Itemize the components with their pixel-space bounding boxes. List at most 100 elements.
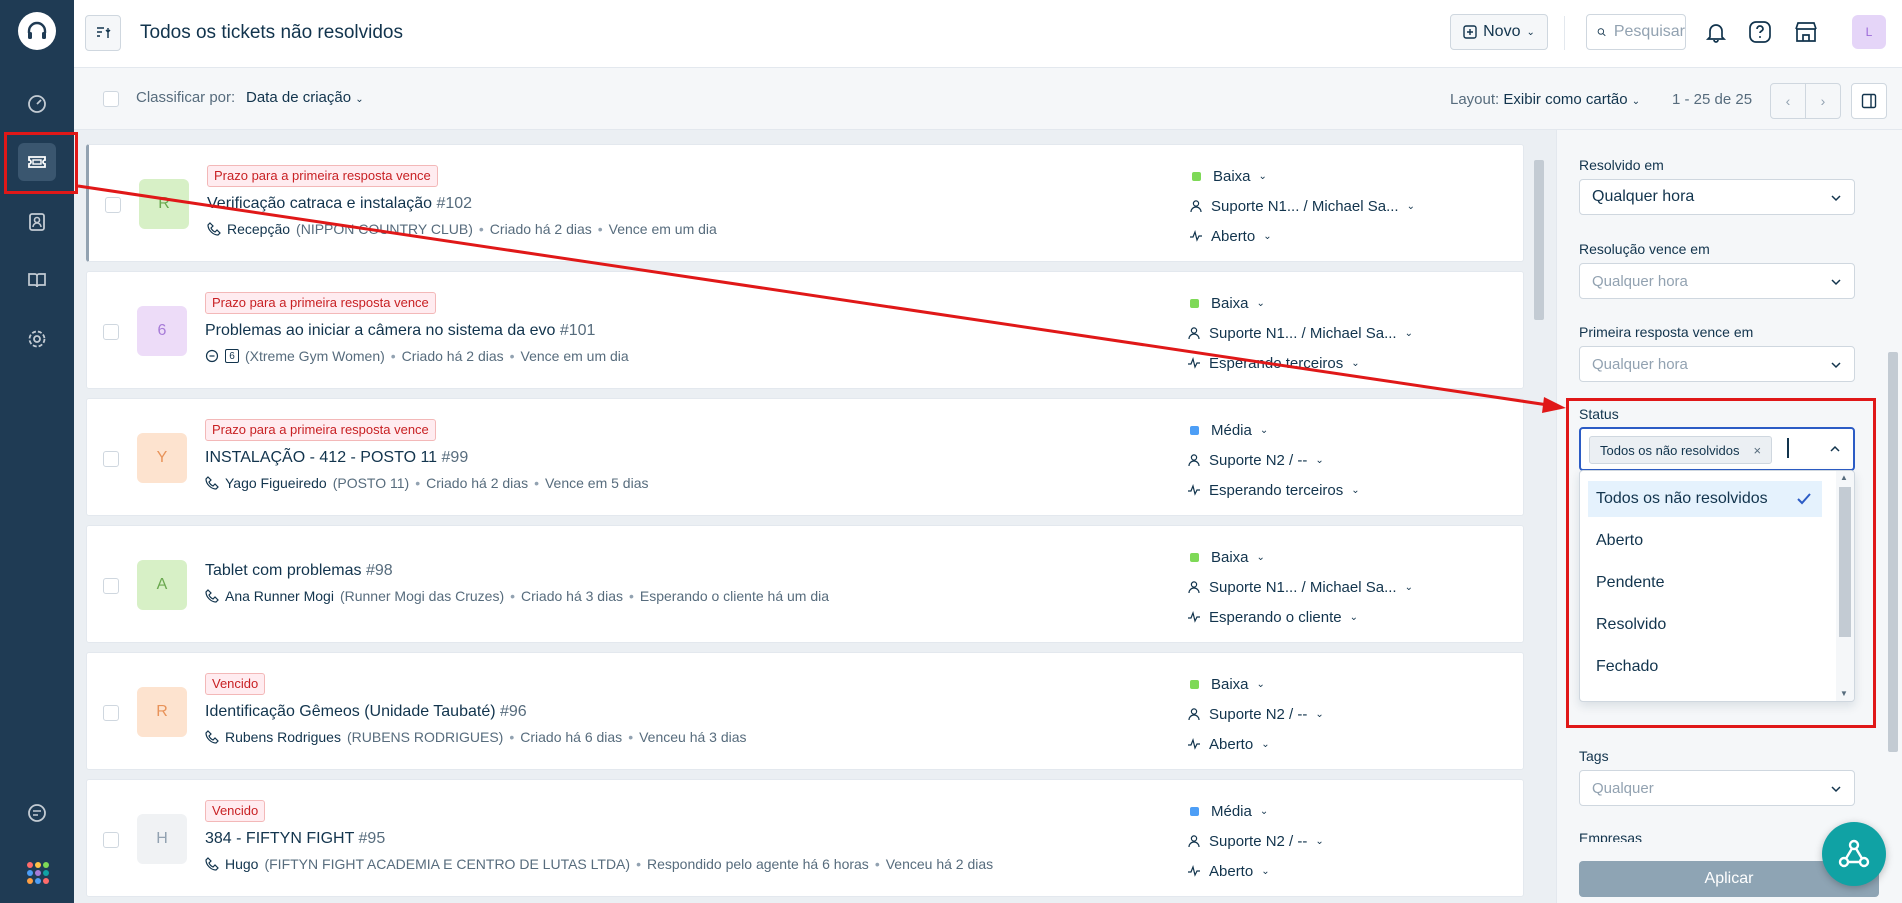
status-multiselect[interactable]: Todos os não resolvidos ×: [1579, 427, 1855, 471]
filter-menu-button[interactable]: [85, 15, 121, 51]
nav-knowledge-base[interactable]: [18, 261, 56, 299]
ticket-card[interactable]: A Tablet com problemas #98 Ana Runner Mo…: [86, 525, 1524, 643]
priority-value: Baixa: [1211, 548, 1249, 566]
chevron-down-icon: ⌄: [1261, 865, 1270, 877]
priority-dropdown[interactable]: Baixa ⌄: [1187, 542, 1507, 572]
ticket-subject[interactable]: 384 - FIFTYN FIGHT #95: [205, 830, 385, 848]
first-response-select[interactable]: Qualquer hora: [1579, 346, 1855, 382]
dropdown-scrollbar[interactable]: ▲ ▼: [1836, 471, 1854, 701]
ticket-card[interactable]: R Vencido Identificação Gêmeos (Unidade …: [86, 652, 1524, 770]
ticket-checkbox[interactable]: [105, 197, 121, 213]
sort-dropdown[interactable]: Data de criação ⌄: [246, 89, 364, 106]
status-option[interactable]: Resolvido: [1588, 607, 1822, 643]
nav-dashboard[interactable]: [18, 85, 56, 123]
status-dropdown[interactable]: Esperando terceiros ⌄: [1187, 475, 1507, 505]
requester-name[interactable]: Rubens Rodrigues: [225, 729, 341, 745]
status-dropdown[interactable]: Aberto ⌄: [1189, 221, 1509, 251]
sidebar-panel-icon: [1861, 93, 1877, 109]
dropdown-scrollbar-thumb[interactable]: [1839, 487, 1851, 637]
nav-contacts[interactable]: [18, 203, 56, 241]
list-scrollbar[interactable]: [1530, 130, 1548, 880]
ticket-checkbox[interactable]: [103, 578, 119, 594]
priority-dropdown[interactable]: Baixa ⌄: [1189, 161, 1509, 191]
company-name: (Runner Mogi das Cruzes): [339, 588, 505, 604]
notifications-button[interactable]: [1700, 16, 1732, 48]
agent-dropdown[interactable]: Suporte N1... / Michael Sa... ⌄: [1187, 318, 1507, 348]
status-dropdown[interactable]: Esperando o cliente ⌄: [1187, 602, 1507, 632]
resolution-due-select[interactable]: Qualquer hora: [1579, 263, 1855, 299]
agent-dropdown[interactable]: Suporte N2 / -- ⌄: [1187, 826, 1507, 856]
ticket-subject[interactable]: Problemas ao iniciar a câmera no sistema…: [205, 322, 595, 340]
scroll-up-arrow-icon[interactable]: ▲: [1840, 473, 1848, 482]
ticket-checkbox[interactable]: [103, 832, 119, 848]
ticket-card[interactable]: Y Prazo para a primeira resposta vence I…: [86, 398, 1524, 516]
ticket-card[interactable]: R Prazo para a primeira resposta vence V…: [86, 144, 1524, 262]
ticket-checkbox[interactable]: [103, 451, 119, 467]
ticket-checkbox[interactable]: [103, 705, 119, 721]
help-widget-button[interactable]: [1822, 822, 1886, 886]
marketplace-button[interactable]: [1790, 16, 1822, 48]
priority-dropdown[interactable]: Baixa ⌄: [1187, 288, 1507, 318]
app-logo[interactable]: [18, 12, 56, 50]
priority-dropdown[interactable]: Baixa ⌄: [1187, 669, 1507, 699]
layout-dropdown[interactable]: Layout: Exibir como cartão ⌄: [1450, 91, 1640, 108]
requester-name[interactable]: Hugo: [225, 856, 258, 872]
status-option-label: Todos os não resolvidos: [1596, 490, 1768, 507]
resolved-select[interactable]: Qualquer hora: [1579, 179, 1855, 215]
list-scrollbar-thumb[interactable]: [1534, 160, 1544, 320]
agent-dropdown[interactable]: Suporte N2 / -- ⌄: [1187, 445, 1507, 475]
agent-dropdown[interactable]: Suporte N1... / Michael Sa... ⌄: [1187, 572, 1507, 602]
nav-chat[interactable]: [18, 794, 56, 832]
ticket-subject[interactable]: Verificação catraca e instalação #102: [207, 195, 472, 213]
next-page-button[interactable]: ›: [1805, 83, 1841, 119]
ticket-card[interactable]: H Vencido 384 - FIFTYN FIGHT #95 Hugo (F…: [86, 779, 1524, 897]
prev-page-button[interactable]: ‹: [1770, 83, 1806, 119]
tags-select[interactable]: Qualquer: [1579, 770, 1855, 806]
status-dropdown[interactable]: Aberto ⌄: [1187, 729, 1507, 759]
user-avatar[interactable]: L: [1852, 15, 1886, 49]
status-option-label: Pendente: [1596, 574, 1665, 591]
nav-tickets[interactable]: [18, 143, 56, 181]
separator-dot: •: [874, 856, 880, 872]
apps-grid-icon[interactable]: [27, 862, 49, 884]
ticket-subject[interactable]: INSTALAÇÃO - 412 - POSTO 11 #99: [205, 449, 468, 467]
help-button[interactable]: [1744, 16, 1776, 48]
status-option[interactable]: Fechado: [1588, 649, 1822, 685]
select-all-checkbox[interactable]: [103, 91, 119, 107]
new-button[interactable]: Novo ⌄: [1450, 14, 1548, 50]
ticket-checkbox[interactable]: [103, 324, 119, 340]
ticket-subject[interactable]: Identificação Gêmeos (Unidade Taubaté) #…: [205, 703, 527, 721]
agent-icon: [1188, 327, 1200, 340]
status-value: Esperando terceiros: [1209, 354, 1344, 372]
status-dropdown[interactable]: Esperando terceiros ⌄: [1187, 348, 1507, 378]
requester-name[interactable]: Ana Runner Mogi: [225, 588, 334, 604]
separator-dot: •: [509, 348, 515, 364]
ticket-subject[interactable]: Tablet com problemas #98: [205, 562, 393, 580]
ticket-properties: Média ⌄ Suporte N2 / -- ⌄ Aberto ⌄: [1187, 796, 1507, 886]
requester-avatar: H: [137, 814, 187, 864]
resolution-due-label: Resolução vence em: [1579, 241, 1710, 257]
dashboard-gauge-icon: [28, 95, 46, 113]
priority-dropdown[interactable]: Média ⌄: [1187, 415, 1507, 445]
status-dropdown[interactable]: Aberto ⌄: [1187, 856, 1507, 886]
chevron-down-icon: ⌄: [1263, 230, 1272, 242]
filter-panel-scrollbar[interactable]: [1885, 130, 1901, 903]
filter-panel-scrollbar-thumb[interactable]: [1888, 352, 1898, 752]
requester-name[interactable]: Yago Figueiredo: [225, 475, 327, 491]
priority-dropdown[interactable]: Média ⌄: [1187, 796, 1507, 826]
nav-admin[interactable]: [18, 320, 56, 358]
status-option[interactable]: Todos os não resolvidos: [1588, 481, 1822, 517]
filter-panel-toggle[interactable]: [1851, 83, 1887, 119]
status-option[interactable]: Aberto: [1588, 523, 1822, 559]
agent-dropdown[interactable]: Suporte N2 / -- ⌄: [1187, 699, 1507, 729]
remove-chip-icon[interactable]: ×: [1753, 443, 1761, 458]
ticket-card[interactable]: 6 Prazo para a primeira resposta vence P…: [86, 271, 1524, 389]
agent-dropdown[interactable]: Suporte N1... / Michael Sa... ⌄: [1189, 191, 1509, 221]
status-option[interactable]: Pendente: [1588, 565, 1822, 601]
priority-value: Baixa: [1213, 167, 1251, 185]
chevron-up-icon[interactable]: [1829, 443, 1841, 455]
scroll-down-arrow-icon[interactable]: ▼: [1840, 689, 1848, 698]
chat-icon: [28, 804, 46, 822]
search-button[interactable]: Pesquisar: [1586, 14, 1686, 50]
requester-name[interactable]: Recepção: [227, 221, 290, 237]
